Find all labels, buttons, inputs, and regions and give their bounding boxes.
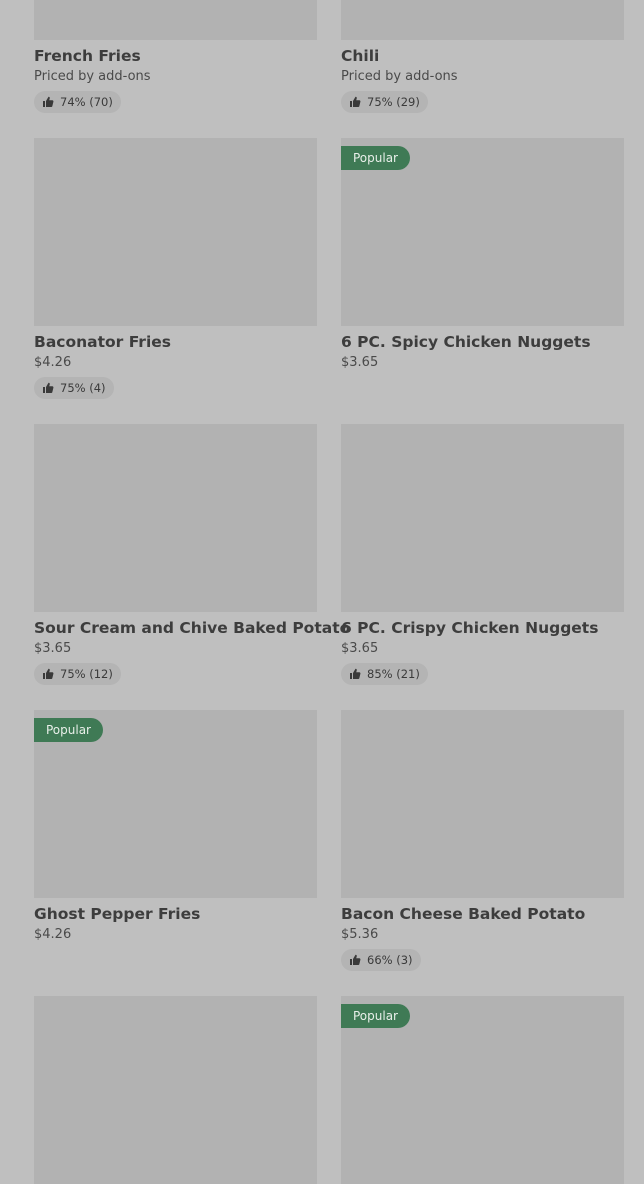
- item-name: Sour Cream and Chive Baked Potato: [34, 619, 351, 637]
- item-price: $4.26: [34, 927, 72, 942]
- item-image[interactable]: [341, 424, 624, 612]
- menu-item-card[interactable]: French Fries Priced by add-ons 74% (70): [34, 0, 317, 113]
- thumbs-up-icon: [349, 954, 361, 966]
- thumbs-up-icon: [42, 668, 54, 680]
- item-info: Sour Cream and Chive Baked Potato $3.65 …: [34, 618, 351, 685]
- thumbs-up-icon: [42, 96, 54, 108]
- menu-item-card[interactable]: [34, 996, 317, 1184]
- rating-pill: 75% (12): [34, 663, 121, 685]
- item-name: Baconator Fries: [34, 333, 171, 351]
- item-name: 6 PC. Crispy Chicken Nuggets: [341, 619, 599, 637]
- rating-text: 85% (21): [367, 667, 420, 681]
- item-name: Bacon Cheese Baked Potato: [341, 905, 586, 923]
- menu-item-card[interactable]: Sour Cream and Chive Baked Potato $3.65 …: [34, 424, 350, 685]
- item-info: 6 PC. Spicy Chicken Nuggets $3.65: [341, 332, 641, 371]
- menu-item-card[interactable]: Popular: [341, 996, 624, 1184]
- rating-pill: 75% (29): [341, 91, 428, 113]
- rating-pill: 74% (70): [34, 91, 121, 113]
- rating-pill: 75% (4): [34, 377, 114, 399]
- rating-text: 66% (3): [367, 953, 413, 967]
- menu-item-card[interactable]: Bacon Cheese Baked Potato $5.36 66% (3): [341, 710, 624, 971]
- popular-badge: Popular: [341, 1004, 410, 1028]
- item-price: $3.65: [341, 641, 379, 656]
- item-name: French Fries: [34, 47, 141, 65]
- item-info: 6 PC. Crispy Chicken Nuggets $3.65 85% (…: [341, 618, 641, 685]
- item-price: Priced by add-ons: [341, 69, 458, 84]
- rating-pill: 66% (3): [341, 949, 421, 971]
- rating-text: 75% (4): [60, 381, 106, 395]
- popular-badge: Popular: [34, 718, 103, 742]
- item-image[interactable]: [34, 996, 317, 1184]
- thumbs-up-icon: [349, 668, 361, 680]
- item-price: $3.65: [341, 355, 379, 370]
- item-price: $3.65: [34, 641, 72, 656]
- item-price: $5.36: [341, 927, 379, 942]
- rating-pill: 85% (21): [341, 663, 428, 685]
- item-info: French Fries Priced by add-ons 74% (70): [34, 46, 334, 113]
- item-image[interactable]: [341, 0, 624, 40]
- thumbs-up-icon: [42, 382, 54, 394]
- item-name: Ghost Pepper Fries: [34, 905, 201, 923]
- item-image[interactable]: [34, 424, 317, 612]
- item-info: Baconator Fries $4.26 75% (4): [34, 332, 334, 399]
- rating-text: 75% (12): [60, 667, 113, 681]
- menu-item-card[interactable]: Popular 6 PC. Spicy Chicken Nuggets $3.6…: [341, 138, 624, 370]
- item-info: Chili Priced by add-ons 75% (29): [341, 46, 641, 113]
- menu-item-card[interactable]: Popular Ghost Pepper Fries $4.26: [34, 710, 317, 942]
- item-price: Priced by add-ons: [34, 69, 151, 84]
- menu-item-grid: French Fries Priced by add-ons 74% (70) …: [34, 0, 624, 1184]
- item-image[interactable]: [34, 138, 317, 326]
- item-info: Ghost Pepper Fries $4.26: [34, 904, 334, 943]
- popular-badge: Popular: [341, 146, 410, 170]
- item-info: Bacon Cheese Baked Potato $5.36 66% (3): [341, 904, 641, 971]
- rating-text: 74% (70): [60, 95, 113, 109]
- item-image[interactable]: [341, 710, 624, 898]
- menu-item-card[interactable]: Baconator Fries $4.26 75% (4): [34, 138, 317, 399]
- menu-item-card[interactable]: 6 PC. Crispy Chicken Nuggets $3.65 85% (…: [341, 424, 624, 685]
- rating-text: 75% (29): [367, 95, 420, 109]
- item-name: 6 PC. Spicy Chicken Nuggets: [341, 333, 591, 351]
- thumbs-up-icon: [349, 96, 361, 108]
- item-price: $4.26: [34, 355, 72, 370]
- menu-item-card[interactable]: Chili Priced by add-ons 75% (29): [341, 0, 624, 113]
- item-name: Chili: [341, 47, 380, 65]
- item-image[interactable]: [34, 0, 317, 40]
